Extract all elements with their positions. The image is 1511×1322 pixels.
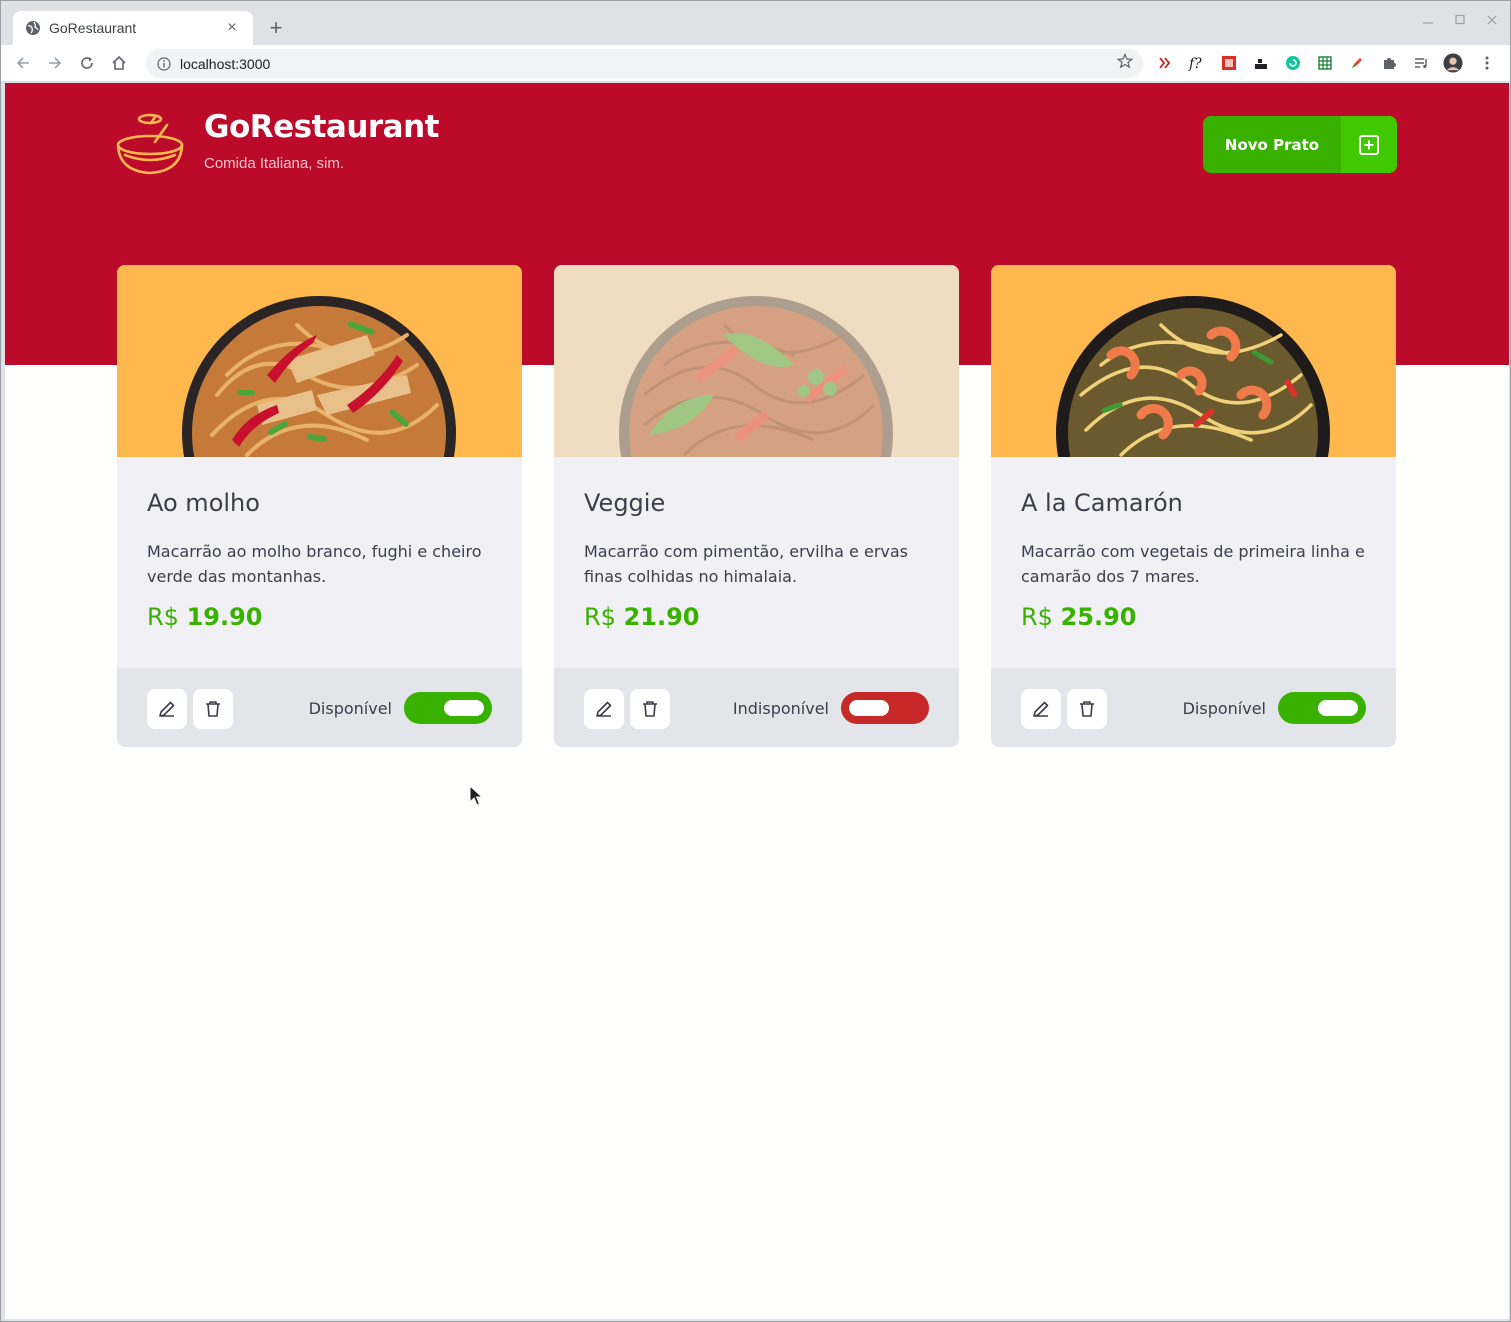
food-card-body: A la Camarón Macarrão com vegetais de pr…	[991, 457, 1396, 668]
edit-button[interactable]	[147, 689, 187, 729]
food-card-body: Ao molho Macarrão ao molho branco, fughi…	[117, 457, 522, 668]
maximize-icon[interactable]	[1450, 13, 1470, 29]
info-icon[interactable]	[156, 56, 172, 72]
trash-icon	[206, 701, 220, 717]
food-price: R$ 19.90	[147, 603, 263, 631]
food-image	[117, 265, 522, 457]
price-currency: R$	[1021, 603, 1053, 631]
food-card: Veggie Macarrão com pimentão, ervilha e …	[554, 265, 959, 747]
delete-button[interactable]	[630, 689, 670, 729]
food-image	[554, 265, 959, 457]
home-icon[interactable]	[105, 49, 133, 77]
reload-icon[interactable]	[73, 49, 101, 77]
availability-toggle[interactable]	[841, 692, 929, 724]
extensions-puzzle-icon[interactable]	[1379, 53, 1399, 73]
food-card-footer: Indisponível	[554, 668, 959, 747]
availability-label: Disponível	[1182, 699, 1266, 718]
food-card: A la Camarón Macarrão com vegetais de pr…	[991, 265, 1396, 747]
address-bar[interactable]: localhost:3000	[146, 49, 1143, 78]
food-card-body: Veggie Macarrão com pimentão, ervilha e …	[554, 457, 959, 668]
food-price: R$ 25.90	[1021, 603, 1137, 631]
plus-square-icon	[1341, 116, 1397, 173]
tab-strip: GoRestaurant × +	[1, 1, 1510, 45]
profile-avatar[interactable]	[1443, 53, 1463, 73]
food-description: Macarrão ao molho branco, fughi e cheiro…	[147, 542, 482, 586]
bookmark-star-icon[interactable]	[1116, 53, 1134, 74]
new-dish-button[interactable]: Novo Prato	[1203, 116, 1397, 173]
edit-button[interactable]	[1021, 689, 1061, 729]
pencil-icon	[159, 701, 175, 717]
trash-icon	[643, 701, 657, 717]
mouse-cursor-icon	[469, 784, 484, 812]
url-text: localhost:3000	[180, 55, 271, 72]
price-value: 21.90	[623, 603, 700, 631]
availability-toggle[interactable]	[404, 692, 492, 724]
price-value: 19.90	[186, 603, 263, 631]
availability-toggle[interactable]	[1278, 692, 1366, 724]
food-card-footer: Disponível	[991, 668, 1396, 747]
edit-button[interactable]	[584, 689, 624, 729]
availability-label: Disponível	[308, 699, 392, 718]
browser-window: GoRestaurant × + localhost:3000 f? GoRes…	[0, 0, 1511, 1322]
availability-label: Indisponível	[732, 699, 829, 718]
forward-arrow-icon[interactable]	[41, 49, 69, 77]
brand-title: GoRestaurant	[204, 109, 440, 145]
globe-icon	[25, 20, 41, 36]
extension-chevrons-icon[interactable]	[1155, 53, 1175, 73]
food-name: Ao molho	[147, 489, 260, 517]
food-name: A la Camarón	[1021, 489, 1183, 517]
extension-font-icon[interactable]: f?	[1187, 53, 1207, 73]
delete-button[interactable]	[193, 689, 233, 729]
extension-green-circle-icon[interactable]	[1283, 53, 1303, 73]
toggle-knob	[1318, 700, 1358, 716]
extension-pen-icon[interactable]	[1347, 53, 1367, 73]
food-description: Macarrão com pimentão, ervilha e ervas f…	[584, 542, 909, 586]
extension-red-square-icon[interactable]	[1219, 53, 1239, 73]
food-card-footer: Disponível	[117, 668, 522, 747]
page-content: GoRestaurant Comida Italiana, sim. Novo …	[5, 83, 1509, 1319]
browser-tab[interactable]: GoRestaurant ×	[13, 11, 253, 45]
toggle-knob	[444, 700, 484, 716]
back-arrow-icon[interactable]	[9, 49, 37, 77]
svg-text:f?: f?	[1188, 56, 1202, 72]
minimize-icon[interactable]	[1418, 13, 1438, 29]
delete-button[interactable]	[1067, 689, 1107, 729]
toggle-knob	[849, 700, 889, 716]
pencil-icon	[596, 701, 612, 717]
tab-close-icon[interactable]: ×	[223, 19, 241, 37]
food-description: Macarrão com vegetais de primeira linha …	[1021, 542, 1365, 586]
media-queue-icon[interactable]	[1411, 53, 1431, 73]
window-close-icon[interactable]	[1482, 13, 1502, 29]
trash-icon	[1080, 701, 1094, 717]
browser-toolbar: localhost:3000 f?	[1, 45, 1510, 82]
food-price: R$ 21.90	[584, 603, 700, 631]
food-card: Ao molho Macarrão ao molho branco, fughi…	[117, 265, 522, 747]
pencil-icon	[1033, 701, 1049, 717]
brand-tagline: Comida Italiana, sim.	[204, 155, 345, 172]
food-name: Veggie	[584, 489, 666, 517]
price-currency: R$	[147, 603, 179, 631]
new-dish-button-label: Novo Prato	[1224, 135, 1320, 154]
bowl-logo-icon	[115, 111, 185, 177]
food-image	[991, 265, 1396, 457]
tab-title: GoRestaurant	[49, 20, 137, 36]
extension-stack-icon[interactable]	[1251, 53, 1271, 73]
price-currency: R$	[584, 603, 616, 631]
browser-menu-icon[interactable]	[1477, 53, 1497, 73]
extension-sheet-icon[interactable]	[1315, 53, 1335, 73]
price-value: 25.90	[1060, 603, 1137, 631]
new-tab-button[interactable]: +	[263, 15, 289, 41]
